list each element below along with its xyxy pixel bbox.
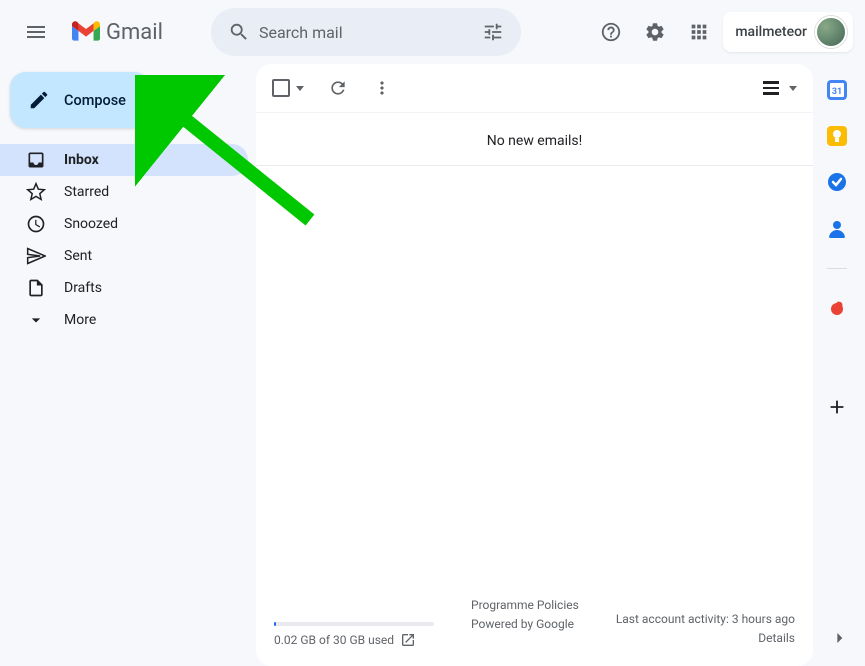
sidebar: Compose Inbox Starred Snoozed Sent Draft… bbox=[0, 64, 248, 666]
file-icon bbox=[26, 278, 46, 298]
keep-app-icon[interactable] bbox=[827, 126, 847, 146]
avatar bbox=[815, 16, 847, 48]
open-in-new-icon[interactable] bbox=[400, 632, 416, 648]
caret-down-icon bbox=[296, 86, 304, 91]
apps-grid-icon bbox=[688, 21, 710, 43]
details-link[interactable]: Details bbox=[616, 629, 795, 648]
account-label: mailmeteor bbox=[735, 24, 807, 40]
chevron-down-icon bbox=[26, 310, 46, 330]
support-button[interactable] bbox=[591, 12, 631, 52]
help-icon bbox=[600, 21, 622, 43]
storage-text: 0.02 GB of 30 GB used bbox=[274, 633, 394, 647]
star-icon bbox=[26, 182, 46, 202]
plus-icon bbox=[826, 396, 848, 418]
sidebar-item-label: Drafts bbox=[64, 280, 102, 296]
powered-by-text: Powered by Google bbox=[471, 615, 579, 634]
sidebar-item-label: Inbox bbox=[64, 152, 99, 168]
tasks-app-icon[interactable] bbox=[827, 172, 847, 192]
content-card: No new emails! 0.02 GB of 30 GB used Pro… bbox=[256, 64, 813, 666]
sidebar-item-snoozed[interactable]: Snoozed bbox=[0, 208, 248, 240]
apps-button[interactable] bbox=[679, 12, 719, 52]
sidebar-item-label: Snoozed bbox=[64, 216, 118, 232]
side-panel: 31 bbox=[813, 64, 861, 666]
header-actions: mailmeteor bbox=[591, 12, 853, 52]
sidebar-item-label: Starred bbox=[64, 184, 109, 200]
chevron-right-icon bbox=[829, 628, 849, 648]
get-addons-button[interactable] bbox=[825, 395, 849, 419]
storage-bar bbox=[274, 622, 434, 626]
sidebar-item-more[interactable]: More bbox=[0, 304, 248, 336]
caret-down-icon bbox=[789, 86, 797, 91]
programme-policies-link[interactable]: Programme Policies bbox=[471, 596, 579, 615]
tune-icon bbox=[482, 21, 504, 43]
hide-side-panel-button[interactable] bbox=[829, 628, 849, 652]
svg-text:31: 31 bbox=[832, 87, 842, 97]
gear-icon bbox=[644, 21, 666, 43]
content-footer: 0.02 GB of 30 GB used Programme Policies… bbox=[256, 584, 813, 666]
sidebar-item-inbox[interactable]: Inbox bbox=[0, 144, 248, 176]
search-options-button[interactable] bbox=[473, 12, 513, 52]
compose-button[interactable]: Compose bbox=[10, 72, 150, 128]
list-density-icon bbox=[763, 81, 779, 95]
sidebar-item-label: Sent bbox=[64, 248, 92, 264]
gmail-logo-text: Gmail bbox=[106, 20, 163, 45]
empty-inbox-message: No new emails! bbox=[256, 112, 813, 166]
sidebar-item-drafts[interactable]: Drafts bbox=[0, 272, 248, 304]
more-vert-icon bbox=[372, 78, 392, 98]
sidebar-item-sent[interactable]: Sent bbox=[0, 240, 248, 272]
last-activity-text: Last account activity: 3 hours ago bbox=[616, 610, 795, 629]
search-input[interactable] bbox=[259, 23, 473, 42]
search-bar[interactable] bbox=[211, 8, 521, 56]
addon-app-icon[interactable] bbox=[827, 299, 847, 319]
main-menu-button[interactable] bbox=[12, 8, 60, 56]
refresh-button[interactable] bbox=[328, 78, 348, 98]
inbox-icon bbox=[26, 150, 46, 170]
calendar-app-icon[interactable]: 31 bbox=[827, 80, 847, 100]
rail-divider bbox=[827, 268, 847, 269]
hamburger-icon bbox=[24, 20, 48, 44]
account-chip[interactable]: mailmeteor bbox=[723, 12, 853, 52]
settings-button[interactable] bbox=[635, 12, 675, 52]
pencil-icon bbox=[28, 89, 50, 111]
send-icon bbox=[26, 246, 46, 266]
clock-icon bbox=[26, 214, 46, 234]
compose-label: Compose bbox=[64, 92, 126, 109]
refresh-icon bbox=[328, 78, 348, 98]
sidebar-item-starred[interactable]: Starred bbox=[0, 176, 248, 208]
header-bar: Gmail mailmeteor bbox=[0, 0, 865, 64]
mail-toolbar bbox=[256, 64, 813, 112]
gmail-logo[interactable]: Gmail bbox=[68, 20, 163, 45]
more-actions-button[interactable] bbox=[372, 78, 392, 98]
gmail-logo-icon bbox=[72, 21, 100, 43]
checkbox-icon bbox=[272, 79, 290, 97]
search-icon[interactable] bbox=[219, 12, 259, 52]
sidebar-item-label: More bbox=[64, 312, 96, 328]
toggle-split-pane[interactable] bbox=[763, 81, 797, 95]
contacts-app-icon[interactable] bbox=[827, 218, 847, 238]
select-all-checkbox[interactable] bbox=[272, 79, 304, 97]
